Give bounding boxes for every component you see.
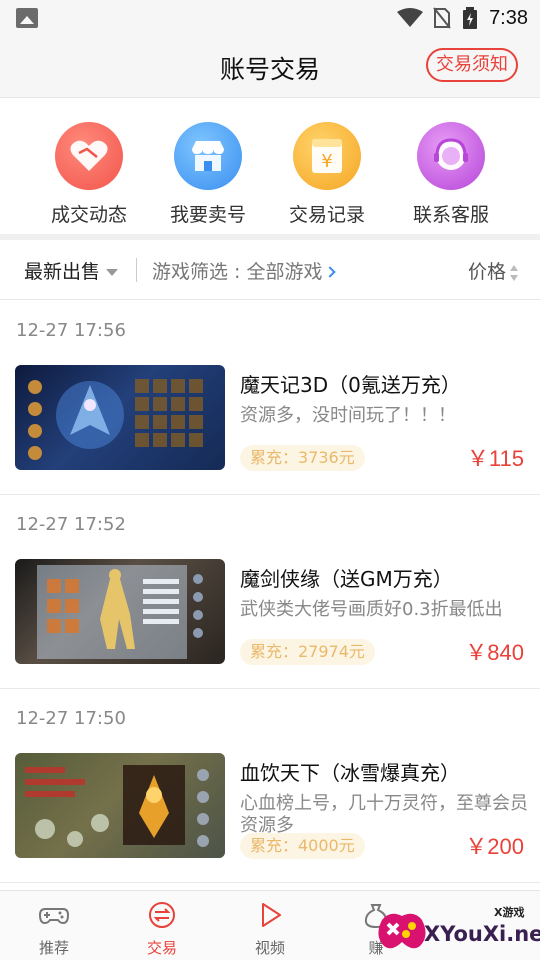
- listing-price: ￥200: [465, 834, 524, 859]
- exchange-icon: [149, 902, 175, 928]
- yen-record-icon: ¥: [293, 122, 361, 190]
- svg-text:¥: ¥: [321, 151, 332, 172]
- gamepad-icon: [38, 908, 70, 925]
- listing-date: 12-27 17:56: [16, 320, 126, 341]
- price-sort[interactable]: 价格: [468, 257, 518, 284]
- wifi-icon: [397, 8, 424, 27]
- quick-actions: 成交动态 我要卖号 ¥ 交易记录 联系客服: [0, 100, 540, 234]
- listing-item[interactable]: 12-27 17:52 魔剑侠缘（送GM万充） 武侠类大佬号画质好0.3折最低出…: [0, 495, 540, 689]
- gallery-icon: [16, 8, 38, 28]
- status-bar: 7:38: [0, 0, 540, 36]
- quick-action-contact-support[interactable]: 联系客服: [396, 122, 506, 227]
- listing-date: 12-27 17:52: [16, 514, 126, 535]
- nav-label: 视频: [254, 939, 285, 957]
- quick-action-sell-account[interactable]: 我要卖号: [153, 122, 263, 227]
- sort-label: 最新出售: [24, 261, 101, 283]
- nav-tab-trade[interactable]: 交易: [122, 901, 202, 958]
- quick-action-trade-records[interactable]: ¥ 交易记录: [272, 122, 382, 227]
- listing-date: 12-27 17:50: [16, 708, 126, 729]
- listing-list: 12-27 17:56 魔天记3D（0氪送万充） 资源多，没时间玩了！！！ 累充…: [0, 301, 540, 883]
- filter-bar: 最新出售 游戏筛选 : 全部游戏 价格: [0, 240, 540, 300]
- app-header: 账号交易 交易须知: [0, 36, 540, 98]
- quick-action-label: 交易记录: [288, 204, 365, 226]
- game-filter-label: 游戏筛选 : 全部游戏: [152, 261, 323, 283]
- game-filter[interactable]: 游戏筛选 : 全部游戏: [152, 257, 337, 284]
- quick-action-label: 联系客服: [412, 204, 489, 226]
- listing-price: ￥840: [465, 640, 524, 665]
- watermark-text: XYouXi.net: [424, 922, 540, 946]
- nav-tab-video[interactable]: 视频: [230, 901, 310, 958]
- recharge-badge: 累充：27974元: [240, 639, 375, 665]
- clock: 7:38: [489, 6, 528, 29]
- watermark-logo: X游戏 XYouXi.net: [372, 896, 540, 960]
- customer-service-icon: [417, 122, 485, 190]
- game-screenshot-thumbnail: [15, 559, 225, 664]
- listing-item[interactable]: 12-27 17:56 魔天记3D（0氪送万充） 资源多，没时间玩了！！！ 累充…: [0, 301, 540, 495]
- filter-separator: [136, 258, 137, 282]
- no-sim-icon: [433, 7, 451, 29]
- listing-description: 武侠类大佬号画质好0.3折最低出: [240, 599, 503, 620]
- gamepad-logo-icon: [378, 913, 426, 949]
- listing-title: 魔天记3D（0氪送万充）: [240, 373, 461, 397]
- shop-icon: [174, 122, 242, 190]
- caret-down-icon: [106, 269, 119, 276]
- quick-action-deal-feed[interactable]: 成交动态: [34, 122, 144, 227]
- listing-item[interactable]: 12-27 17:50 血饮天下（冰雪爆真充） 心血榜上号，几十万灵符，至尊会员…: [0, 689, 540, 883]
- nav-tab-recommend[interactable]: 推荐: [14, 901, 94, 958]
- game-screenshot-thumbnail: [15, 753, 225, 858]
- nav-label: 推荐: [38, 939, 69, 957]
- price-sort-label: 价格: [467, 261, 506, 283]
- recharge-badge: 累充：3736元: [240, 445, 365, 471]
- listing-description: 资源多，没时间玩了！！！: [240, 405, 456, 426]
- recharge-badge: 累充：4000元: [240, 833, 365, 859]
- trade-notice-button[interactable]: 交易须知: [426, 48, 518, 82]
- quick-action-label: 成交动态: [50, 204, 127, 226]
- game-screenshot-thumbnail: [15, 365, 225, 470]
- watermark-small-text: X游戏: [494, 906, 525, 919]
- quick-action-label: 我要卖号: [169, 204, 246, 226]
- listing-title: 血饮天下（冰雪爆真充）: [240, 761, 460, 785]
- play-icon: [262, 903, 281, 927]
- listing-title: 魔剑侠缘（送GM万充）: [240, 567, 453, 591]
- handshake-icon: [55, 122, 123, 190]
- sort-arrows-icon: [510, 264, 518, 281]
- listing-price: ￥115: [466, 446, 524, 471]
- nav-label: 交易: [146, 939, 177, 957]
- battery-charging-icon: [463, 7, 478, 29]
- status-icons: 7:38: [397, 4, 528, 32]
- chevron-right-icon: [324, 266, 337, 278]
- sort-dropdown[interactable]: 最新出售: [24, 257, 119, 284]
